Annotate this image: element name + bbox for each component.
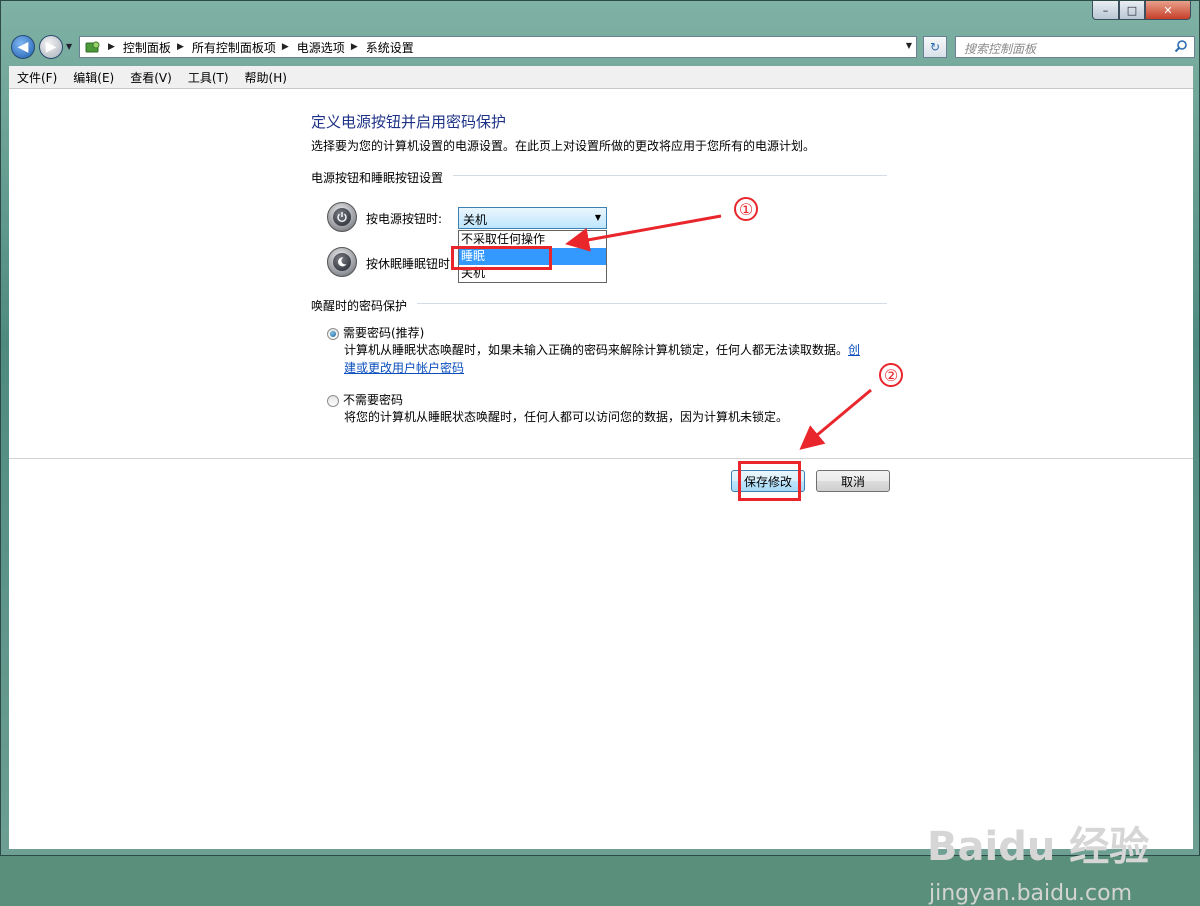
chevron-down-icon: ▼: [594, 213, 601, 222]
breadcrumb-separator-icon[interactable]: ▶: [282, 42, 289, 52]
menu-edit[interactable]: 编辑(E): [65, 69, 122, 86]
page-title: 定义电源按钮并启用密码保护: [311, 113, 507, 131]
breadcrumb-separator-icon[interactable]: ▶: [177, 42, 184, 52]
require-password-description: 计算机从睡眠状态唤醒时，如果未输入正确的密码来解除计算机锁定，任何人都无法读取数…: [344, 341, 874, 377]
close-button[interactable]: ✕: [1145, 1, 1191, 20]
refresh-icon: ↻: [929, 40, 941, 54]
search-placeholder[interactable]: 搜索控制面板: [964, 40, 1036, 57]
recent-pages-dropdown-icon[interactable]: ▼: [66, 42, 72, 51]
change-password-link[interactable]: 建或更改用户帐户密码: [344, 361, 464, 375]
group-divider: [417, 303, 887, 304]
highlight-sleep-option: [451, 246, 552, 270]
sleep-button-icon: [327, 247, 357, 277]
navigation-bar: ◀ ▶ ▼ ▶ 控制面板 ▶ 所有控制面板项 ▶ 电源选项 ▶ 系统设置 ▼ ↻…: [7, 32, 1195, 60]
annotation-step-1: ①: [734, 197, 758, 221]
menu-tools[interactable]: 工具(T): [180, 69, 237, 86]
require-password-title[interactable]: 需要密码(推荐): [343, 324, 424, 341]
back-button[interactable]: ◀: [11, 35, 35, 59]
menu-help[interactable]: 帮助(H): [237, 69, 295, 86]
search-icon[interactable]: [1174, 39, 1188, 56]
change-password-link[interactable]: 创: [848, 343, 860, 357]
no-password-description: 将您的计算机从睡眠状态唤醒时，任何人都可以访问您的数据，因为计算机未锁定。: [344, 410, 789, 424]
baidu-watermark-url: jingyan.baidu.com: [929, 881, 1133, 906]
page-description: 选择要为您的计算机设置的电源设置。在此页上对设置所做的更改将应用于您所有的电源计…: [311, 139, 816, 153]
cancel-button[interactable]: 取消: [816, 470, 890, 492]
caption-buttons: – □ ✕: [1092, 1, 1191, 20]
back-arrow-icon: ◀: [17, 39, 29, 55]
breadcrumb-separator-icon[interactable]: ▶: [108, 42, 115, 52]
require-password-desc-text: 计算机从睡眠状态唤醒时，如果未输入正确的密码来解除计算机锁定，任何人都无法读取数…: [344, 343, 849, 357]
breadcrumb-item-all-items[interactable]: 所有控制面板项: [192, 39, 276, 56]
highlight-save-button: [738, 461, 801, 501]
forward-button[interactable]: ▶: [39, 35, 63, 59]
baidu-watermark: Baidu 经验: [927, 824, 1150, 870]
password-group-label: 唤醒时的密码保护: [311, 299, 408, 313]
require-password-radio[interactable]: [327, 328, 339, 340]
no-password-radio[interactable]: [327, 395, 339, 407]
minimize-button[interactable]: –: [1092, 1, 1119, 20]
footer-divider: [9, 458, 1193, 459]
power-button-icon: [327, 202, 357, 232]
arrow-to-save-button: [799, 388, 872, 450]
power-buttons-group-label: 电源按钮和睡眠按钮设置: [311, 171, 444, 185]
address-bar[interactable]: ▶ 控制面板 ▶ 所有控制面板项 ▶ 电源选项 ▶ 系统设置 ▼: [79, 36, 917, 58]
address-dropdown-icon[interactable]: ▼: [906, 41, 912, 50]
forward-arrow-icon: ▶: [45, 39, 57, 55]
no-password-title[interactable]: 不需要密码: [343, 391, 403, 408]
group-divider: [453, 175, 887, 176]
window: – □ ✕ ◀ ▶ ▼ ▶ 控制面板 ▶ 所有控制面板项 ▶ 电源选项 ▶ 系统…: [0, 0, 1200, 906]
breadcrumb-separator-icon[interactable]: ▶: [351, 42, 358, 52]
main-content: 定义电源按钮并启用密码保护 选择要为您的计算机设置的电源设置。在此页上对设置所做…: [9, 89, 1193, 906]
power-button-label: 按电源按钮时:: [366, 212, 443, 226]
title-bar: – □ ✕: [1, 1, 1199, 31]
breadcrumb-item-power-options[interactable]: 电源选项: [297, 39, 345, 56]
menu-bar: 文件(F) 编辑(E) 查看(V) 工具(T) 帮助(H): [9, 66, 1193, 89]
control-panel-icon: [84, 39, 102, 55]
sleep-button-label: 按休眠睡眠钮时:: [366, 257, 455, 271]
menu-view[interactable]: 查看(V): [122, 69, 180, 86]
power-action-value: 关机: [463, 213, 488, 227]
breadcrumb: ▶ 控制面板 ▶ 所有控制面板项 ▶ 电源选项 ▶ 系统设置: [102, 39, 414, 56]
breadcrumb-item-control-panel[interactable]: 控制面板: [123, 39, 171, 56]
refresh-button[interactable]: ↻: [923, 36, 947, 58]
search-box[interactable]: 搜索控制面板: [955, 36, 1195, 58]
power-action-select[interactable]: 关机 ▼: [458, 207, 607, 229]
annotation-step-2: ②: [879, 363, 903, 387]
breadcrumb-item-system-settings[interactable]: 系统设置: [366, 39, 414, 56]
annotation-arrows: [565, 214, 872, 450]
maximize-button[interactable]: □: [1119, 1, 1145, 20]
menu-file[interactable]: 文件(F): [9, 69, 65, 86]
